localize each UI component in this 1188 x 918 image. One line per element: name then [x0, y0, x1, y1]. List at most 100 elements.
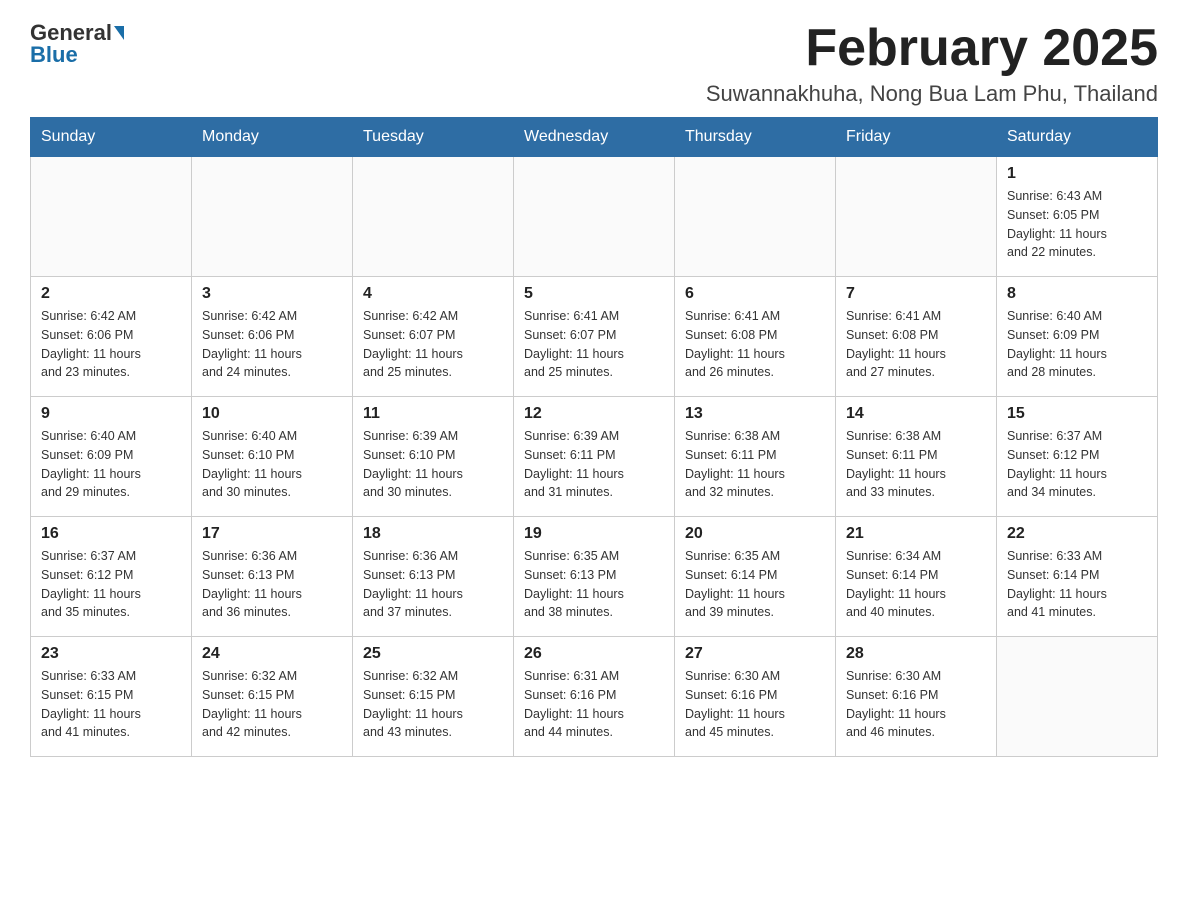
day-number: 16 [41, 525, 181, 543]
day-info: Sunrise: 6:30 AM Sunset: 6:16 PM Dayligh… [846, 667, 986, 742]
day-number: 25 [363, 645, 503, 663]
header-wednesday: Wednesday [514, 118, 675, 157]
day-number: 13 [685, 405, 825, 423]
calendar-cell: 3 Sunrise: 6:42 AM Sunset: 6:06 PM Daylig… [192, 277, 353, 397]
calendar-cell: 8 Sunrise: 6:40 AM Sunset: 6:09 PM Daylig… [997, 277, 1158, 397]
day-number: 23 [41, 645, 181, 663]
day-number: 11 [363, 405, 503, 423]
calendar-cell [192, 157, 353, 277]
day-number: 2 [41, 285, 181, 303]
calendar-cell: 27 Sunrise: 6:30 AM Sunset: 6:16 PM Dayli… [675, 637, 836, 757]
day-number: 27 [685, 645, 825, 663]
calendar-cell [675, 157, 836, 277]
day-number: 10 [202, 405, 342, 423]
day-info: Sunrise: 6:40 AM Sunset: 6:09 PM Dayligh… [41, 427, 181, 502]
page-header: General Blue February 2025 Suwannakhuha,… [30, 20, 1158, 107]
day-info: Sunrise: 6:32 AM Sunset: 6:15 PM Dayligh… [363, 667, 503, 742]
day-info: Sunrise: 6:38 AM Sunset: 6:11 PM Dayligh… [846, 427, 986, 502]
day-info: Sunrise: 6:40 AM Sunset: 6:09 PM Dayligh… [1007, 307, 1147, 382]
calendar-cell: 2 Sunrise: 6:42 AM Sunset: 6:06 PM Daylig… [31, 277, 192, 397]
day-info: Sunrise: 6:33 AM Sunset: 6:14 PM Dayligh… [1007, 547, 1147, 622]
header-monday: Monday [192, 118, 353, 157]
header-thursday: Thursday [675, 118, 836, 157]
day-info: Sunrise: 6:39 AM Sunset: 6:10 PM Dayligh… [363, 427, 503, 502]
day-number: 18 [363, 525, 503, 543]
calendar-cell: 5 Sunrise: 6:41 AM Sunset: 6:07 PM Daylig… [514, 277, 675, 397]
header-sunday: Sunday [31, 118, 192, 157]
calendar-cell: 14 Sunrise: 6:38 AM Sunset: 6:11 PM Dayli… [836, 397, 997, 517]
day-info: Sunrise: 6:38 AM Sunset: 6:11 PM Dayligh… [685, 427, 825, 502]
day-info: Sunrise: 6:40 AM Sunset: 6:10 PM Dayligh… [202, 427, 342, 502]
day-info: Sunrise: 6:31 AM Sunset: 6:16 PM Dayligh… [524, 667, 664, 742]
day-number: 22 [1007, 525, 1147, 543]
day-number: 14 [846, 405, 986, 423]
week-row-1: 1 Sunrise: 6:43 AM Sunset: 6:05 PM Daylig… [31, 157, 1158, 277]
week-row-3: 9 Sunrise: 6:40 AM Sunset: 6:09 PM Daylig… [31, 397, 1158, 517]
title-section: February 2025 Suwannakhuha, Nong Bua Lam… [706, 20, 1158, 107]
day-number: 6 [685, 285, 825, 303]
calendar-cell: 26 Sunrise: 6:31 AM Sunset: 6:16 PM Dayli… [514, 637, 675, 757]
day-number: 7 [846, 285, 986, 303]
calendar-table: SundayMondayTuesdayWednesdayThursdayFrid… [30, 117, 1158, 757]
calendar-cell [514, 157, 675, 277]
day-number: 9 [41, 405, 181, 423]
calendar-cell: 4 Sunrise: 6:42 AM Sunset: 6:07 PM Daylig… [353, 277, 514, 397]
calendar-cell: 25 Sunrise: 6:32 AM Sunset: 6:15 PM Dayli… [353, 637, 514, 757]
calendar-cell: 13 Sunrise: 6:38 AM Sunset: 6:11 PM Dayli… [675, 397, 836, 517]
day-info: Sunrise: 6:35 AM Sunset: 6:13 PM Dayligh… [524, 547, 664, 622]
calendar-title: February 2025 [706, 20, 1158, 77]
calendar-cell: 10 Sunrise: 6:40 AM Sunset: 6:10 PM Dayli… [192, 397, 353, 517]
day-info: Sunrise: 6:37 AM Sunset: 6:12 PM Dayligh… [1007, 427, 1147, 502]
day-info: Sunrise: 6:36 AM Sunset: 6:13 PM Dayligh… [363, 547, 503, 622]
day-info: Sunrise: 6:39 AM Sunset: 6:11 PM Dayligh… [524, 427, 664, 502]
day-number: 4 [363, 285, 503, 303]
header-saturday: Saturday [997, 118, 1158, 157]
day-number: 24 [202, 645, 342, 663]
calendar-cell: 21Sunrise: 6:34 AM Sunset: 6:14 PM Dayli… [836, 517, 997, 637]
calendar-cell: 16 Sunrise: 6:37 AM Sunset: 6:12 PM Dayli… [31, 517, 192, 637]
day-number: 17 [202, 525, 342, 543]
day-number: 26 [524, 645, 664, 663]
day-info: Sunrise: 6:30 AM Sunset: 6:16 PM Dayligh… [685, 667, 825, 742]
day-info: Sunrise: 6:42 AM Sunset: 6:07 PM Dayligh… [363, 307, 503, 382]
day-info: Sunrise: 6:34 AM Sunset: 6:14 PM Dayligh… [846, 547, 986, 622]
week-row-2: 2 Sunrise: 6:42 AM Sunset: 6:06 PM Daylig… [31, 277, 1158, 397]
header-friday: Friday [836, 118, 997, 157]
day-info: Sunrise: 6:33 AM Sunset: 6:15 PM Dayligh… [41, 667, 181, 742]
calendar-cell [836, 157, 997, 277]
day-number: 3 [202, 285, 342, 303]
day-number: 5 [524, 285, 664, 303]
day-number: 28 [846, 645, 986, 663]
day-info: Sunrise: 6:32 AM Sunset: 6:15 PM Dayligh… [202, 667, 342, 742]
calendar-cell: 1 Sunrise: 6:43 AM Sunset: 6:05 PM Daylig… [997, 157, 1158, 277]
day-info: Sunrise: 6:35 AM Sunset: 6:14 PM Dayligh… [685, 547, 825, 622]
day-number: 15 [1007, 405, 1147, 423]
logo: General Blue [30, 20, 124, 68]
header-tuesday: Tuesday [353, 118, 514, 157]
calendar-subtitle: Suwannakhuha, Nong Bua Lam Phu, Thailand [706, 81, 1158, 107]
calendar-cell: 6 Sunrise: 6:41 AM Sunset: 6:08 PM Daylig… [675, 277, 836, 397]
calendar-header-row: SundayMondayTuesdayWednesdayThursdayFrid… [31, 118, 1158, 157]
day-info: Sunrise: 6:43 AM Sunset: 6:05 PM Dayligh… [1007, 187, 1147, 262]
week-row-5: 23 Sunrise: 6:33 AM Sunset: 6:15 PM Dayli… [31, 637, 1158, 757]
day-info: Sunrise: 6:41 AM Sunset: 6:08 PM Dayligh… [685, 307, 825, 382]
day-info: Sunrise: 6:42 AM Sunset: 6:06 PM Dayligh… [41, 307, 181, 382]
day-number: 12 [524, 405, 664, 423]
day-number: 8 [1007, 285, 1147, 303]
calendar-cell: 15 Sunrise: 6:37 AM Sunset: 6:12 PM Dayli… [997, 397, 1158, 517]
day-info: Sunrise: 6:37 AM Sunset: 6:12 PM Dayligh… [41, 547, 181, 622]
day-info: Sunrise: 6:41 AM Sunset: 6:07 PM Dayligh… [524, 307, 664, 382]
day-info: Sunrise: 6:42 AM Sunset: 6:06 PM Dayligh… [202, 307, 342, 382]
logo-arrow-icon [114, 26, 124, 40]
calendar-cell: 18 Sunrise: 6:36 AM Sunset: 6:13 PM Dayli… [353, 517, 514, 637]
calendar-cell: 28 Sunrise: 6:30 AM Sunset: 6:16 PM Dayli… [836, 637, 997, 757]
day-number: 20 [685, 525, 825, 543]
calendar-cell: 23 Sunrise: 6:33 AM Sunset: 6:15 PM Dayli… [31, 637, 192, 757]
calendar-cell: 19Sunrise: 6:35 AM Sunset: 6:13 PM Dayli… [514, 517, 675, 637]
calendar-cell: 24 Sunrise: 6:32 AM Sunset: 6:15 PM Dayli… [192, 637, 353, 757]
calendar-cell: 20 Sunrise: 6:35 AM Sunset: 6:14 PM Dayli… [675, 517, 836, 637]
day-info: Sunrise: 6:41 AM Sunset: 6:08 PM Dayligh… [846, 307, 986, 382]
calendar-cell: 22 Sunrise: 6:33 AM Sunset: 6:14 PM Dayli… [997, 517, 1158, 637]
day-number: 1 [1007, 165, 1147, 183]
calendar-cell [31, 157, 192, 277]
